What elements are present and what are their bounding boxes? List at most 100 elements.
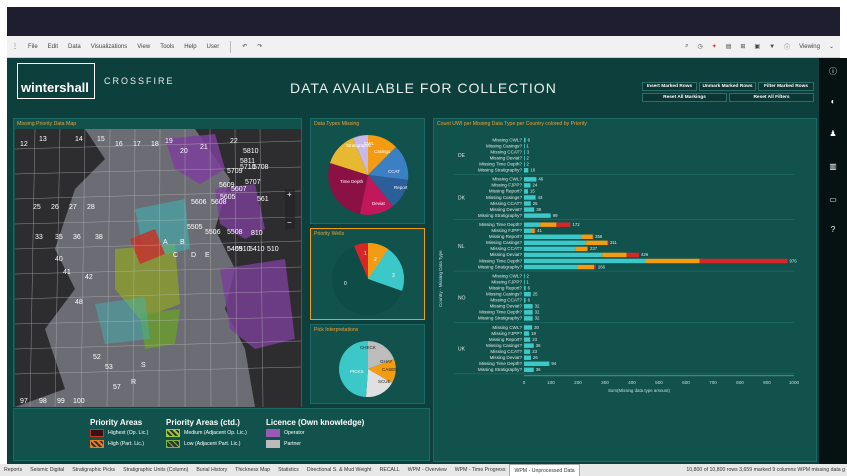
bar-teal[interactable] [524,207,535,212]
bar-teal[interactable] [524,361,550,366]
bar-orange[interactable] [540,222,557,227]
bar-teal[interactable] [524,298,526,303]
bar-red[interactable] [587,246,589,252]
bar-red[interactable] [626,252,640,258]
data-icon[interactable]: ▤ [726,43,732,50]
bar-teal[interactable] [524,316,533,321]
bar-orange[interactable] [578,264,595,270]
bar-orange[interactable] [586,240,608,246]
menu-tools[interactable]: Tools [160,44,174,50]
unmark-marked-rows-button[interactable]: Unmark Marked Rows [699,82,756,91]
tab-wpm-time-progress[interactable]: WPM - Time Progress [451,464,510,476]
bookmark-icon[interactable]: ▣ [754,43,760,50]
bar-red[interactable] [594,264,596,270]
bar-teal[interactable] [524,143,525,149]
bar-orange[interactable] [575,246,588,252]
tab-reports[interactable]: Reports [0,464,26,476]
tab-wpm-unprocessed-data[interactable]: WPM - Unprocessed Data [509,464,580,476]
menu-visualizations[interactable]: Visualizations [91,44,128,50]
table-icon[interactable]: ▭ [827,194,839,206]
tab-wpm-overview[interactable]: WPM - Overview [404,464,451,476]
redo-icon[interactable]: ↷ [257,43,262,50]
bar-teal[interactable] [524,162,525,167]
tab-directional-s-mud-weight[interactable]: Directional S. & Mud Weight [303,464,376,476]
bar-teal[interactable] [524,273,525,279]
bar-teal[interactable] [524,155,525,161]
data-types-pie[interactable]: Stratigraphic CWL Casings Time Depth Dev… [311,127,426,227]
search-icon[interactable]: ⌕ [685,43,688,50]
bar-teal[interactable] [524,292,531,297]
reset-all-filters-button[interactable]: Reset All Filters [729,93,814,102]
info-panel-icon[interactable]: ⓘ [827,66,839,78]
menu-file[interactable]: File [28,44,38,50]
bar-chart-icon[interactable]: ▥ [827,161,839,173]
tab-recall[interactable]: RECALL [376,464,404,476]
bar-teal[interactable] [524,343,534,348]
bar-teal[interactable] [524,310,533,315]
tab-seismic-digital[interactable]: Seismic Digital [26,464,68,476]
undo-icon[interactable]: ↶ [242,43,247,50]
bar-teal[interactable] [524,337,531,342]
viewing-mode[interactable]: Viewing [799,44,820,50]
chevron-down-icon[interactable]: ⌄ [829,43,834,50]
bar-red[interactable] [592,234,594,239]
bar-teal[interactable] [524,279,525,285]
bar-teal[interactable] [524,258,646,264]
bar-teal[interactable] [524,228,533,233]
menu-user[interactable]: User [207,44,220,50]
bar-teal[interactable] [524,349,531,354]
menu-view[interactable]: View [137,44,150,50]
bar-teal[interactable] [524,213,551,218]
bar-red[interactable] [556,222,571,227]
bar-teal[interactable] [524,304,533,309]
bar-orange[interactable] [602,252,627,258]
bar-chart[interactable]: Country - Missing Data Type Missing CWL? 6… [434,127,818,461]
bar-teal[interactable] [524,177,537,182]
bar-teal[interactable] [524,240,587,246]
menu-edit[interactable]: Edit [48,44,58,50]
priority-data-map[interactable]: 12 13 14 15 16 17 18 19 20 21 22 5810 57… [15,129,301,407]
bar-teal[interactable] [524,264,578,270]
bar-teal[interactable] [524,367,534,373]
bar-teal[interactable] [524,234,583,239]
bar-teal[interactable] [524,168,529,173]
tab-stratigraphic-picks[interactable]: Stratigraphic Picks [68,464,119,476]
recommendations-icon[interactable]: ✦ [712,43,717,50]
user-icon[interactable]: ♟ [827,128,839,140]
tab-statistics[interactable]: Statistics [274,464,303,476]
bar-orange[interactable] [582,234,593,239]
reset-all-markings-button[interactable]: Reset All Markings [642,93,727,102]
info-icon[interactable]: ⓘ [784,42,790,51]
bar-teal[interactable] [524,252,603,258]
tab-thickness-map[interactable]: Thickness Map [231,464,274,476]
compass-icon[interactable]: ◐ [827,96,839,108]
bar-teal[interactable] [524,222,541,227]
bar-teal[interactable] [524,355,532,360]
filter-icon[interactable]: ▼ [769,44,775,50]
bar-orange[interactable] [532,228,535,233]
bar-teal[interactable] [524,325,533,330]
bar-teal[interactable] [524,149,525,155]
bar-orange[interactable] [645,258,700,264]
tab-stratigraphic-units-column-[interactable]: Stratigraphic Units (Column) [119,464,192,476]
bar-red[interactable] [607,240,609,246]
bar-teal[interactable] [524,246,576,252]
menu-help[interactable]: Help [184,44,196,50]
bar-teal[interactable] [524,331,530,336]
bar-teal[interactable] [524,183,531,188]
menu-data[interactable]: Data [68,44,81,50]
bar-teal[interactable] [524,137,526,143]
bar-red[interactable] [534,228,536,233]
layout-icon[interactable]: ⊞ [740,43,745,50]
insert-marked-rows-button[interactable]: Insert Marked Rows [642,82,697,91]
menu-handle-icon[interactable]: ⋮ [12,43,18,50]
filter-marked-rows-button[interactable]: Filter Marked Rows [758,82,814,91]
bar-teal[interactable] [524,285,526,291]
bar-teal[interactable] [524,195,536,200]
priority-wells-pie[interactable]: 1 2 3 0 [311,237,426,321]
bar-red[interactable] [699,258,788,264]
bar-teal[interactable] [524,189,529,194]
help-icon[interactable]: ? [827,224,839,236]
tab-burial-history[interactable]: Burial History [192,464,231,476]
history-icon[interactable]: ◷ [697,43,702,50]
